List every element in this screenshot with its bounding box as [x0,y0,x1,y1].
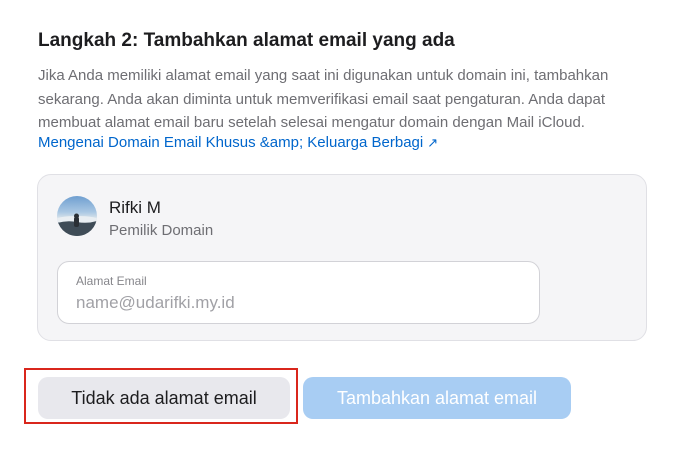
domain-owner-card: Rifki M Pemilik Domain Alamat Email [37,174,647,341]
add-email-step: Langkah 2: Tambahkan alamat email yang a… [0,0,697,452]
add-email-button[interactable]: Tambahkan alamat email [303,377,571,419]
owner-name: Rifki M [109,198,161,217]
avatar-photo-icon [57,213,97,236]
email-input[interactable] [76,292,516,314]
step-description: Jika Anda memiliki alamat email yang saa… [38,67,609,131]
owner-role: Pemilik Domain [109,222,214,239]
avatar [57,196,97,236]
learn-more-link-label: Mengenai Domain Email Khusus &amp; Kelua… [38,134,424,151]
external-link-arrow-icon: ↗ [427,134,439,150]
email-field-label: Alamat Email [76,274,147,288]
step-title: Langkah 2: Tambahkan alamat email yang a… [38,30,455,51]
no-email-button[interactable]: Tidak ada alamat email [38,377,290,419]
email-field[interactable]: Alamat Email [57,261,540,324]
learn-more-link[interactable]: Mengenai Domain Email Khusus &amp; Kelua… [38,134,438,151]
